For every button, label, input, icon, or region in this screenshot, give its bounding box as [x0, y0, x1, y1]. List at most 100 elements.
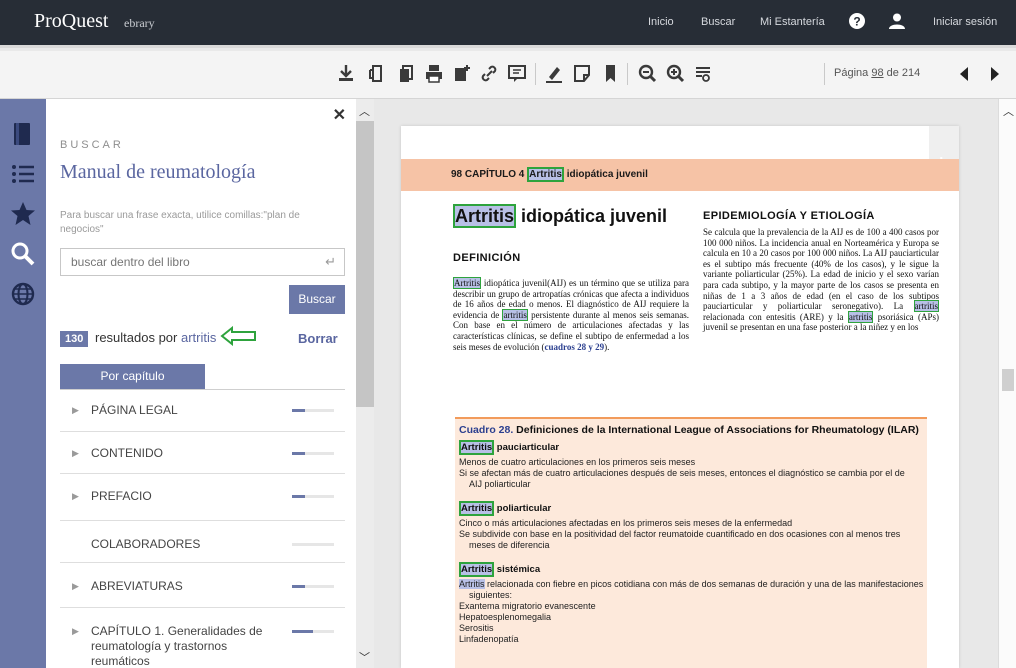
table-line: Hepatoesplenomegalia [459, 612, 552, 622]
search-panel: ✕ BUSCAR Manual de reumatología Para bus… [46, 99, 356, 668]
chapter-row-abreviaturas[interactable]: ▶ ABREVIATURAS [60, 563, 345, 608]
epidemiology-text-2: relacionada con entesitis (ARE) y la [703, 311, 848, 322]
next-page-icon[interactable] [984, 61, 1010, 87]
brand-logo[interactable]: ProQuest [34, 10, 108, 33]
chevron-up-icon[interactable]: ︿ [1003, 103, 1014, 119]
enter-icon[interactable]: ↵ [325, 254, 336, 270]
toolbar-separator [627, 63, 628, 85]
document-viewer: + 98 CAPÍTULO 4 Artritis idiopática juve… [374, 99, 998, 668]
panel-kicker: BUSCAR [60, 139, 124, 151]
toolbar-separator [824, 63, 825, 85]
link-icon[interactable] [478, 61, 504, 87]
scroll-thumb[interactable] [1002, 369, 1014, 391]
table-reference-link[interactable]: cuadros 28 y 29 [544, 342, 604, 352]
bookmark-icon[interactable] [600, 61, 626, 87]
running-head-chapter: 98 CAPÍTULO 4 [451, 169, 525, 180]
fit-page-icon[interactable] [692, 61, 718, 87]
user-icon[interactable] [888, 12, 906, 35]
caret-right-icon[interactable]: ▶ [72, 626, 79, 637]
search-hint: Para buscar una frase exacta, utilice co… [60, 210, 300, 235]
page-number-input[interactable]: 98 [871, 67, 883, 79]
running-head-title: idiopática juvenil [566, 169, 648, 180]
caret-right-icon[interactable]: ▶ [72, 491, 79, 502]
chevron-up-icon[interactable]: ︿ [359, 103, 370, 119]
search-match[interactable]: artritis [847, 310, 874, 323]
search-match[interactable]: Artritis [527, 167, 564, 182]
globe-icon[interactable] [8, 279, 38, 309]
table-line: Menos de cuatro articulaciones en los pr… [459, 457, 696, 467]
search-match[interactable]: artritis [502, 308, 528, 321]
note-icon[interactable] [571, 61, 597, 87]
comment-icon[interactable] [506, 61, 532, 87]
download-icon[interactable] [335, 61, 361, 87]
list-icon[interactable] [8, 159, 38, 189]
scroll-thumb[interactable] [356, 121, 374, 407]
search-input[interactable] [61, 249, 301, 275]
table-line: siguientes: [469, 590, 513, 600]
hit-density-bar [292, 452, 334, 455]
document-scrollbar[interactable]: ︿ [998, 99, 1016, 668]
table-line: Serositis [459, 623, 494, 633]
copy-page-icon[interactable] [366, 61, 392, 87]
chapter-row-contenido[interactable]: ▶ CONTENIDO [60, 432, 345, 474]
tab-by-chapter[interactable]: Por capítulo [60, 364, 205, 389]
section-heading-definicion: DEFINICIÓN [453, 252, 521, 264]
book-page: + 98 CAPÍTULO 4 Artritis idiopática juve… [401, 126, 959, 668]
chapter-title-rest: idiopática juvenil [516, 206, 668, 226]
close-icon[interactable]: ✕ [333, 105, 346, 125]
results-summary: 130 resultados por artritis [60, 330, 216, 347]
epidemiology-paragraph: Se calcula que la prevalencia de la AIJ … [703, 227, 939, 333]
toolbar-separator [535, 63, 536, 85]
panel-scrollbar[interactable]: ︿ ﹀ [356, 99, 374, 668]
help-icon[interactable]: ? [848, 12, 866, 35]
zoom-out-icon[interactable] [636, 61, 662, 87]
highlight-icon[interactable] [543, 61, 569, 87]
search-match[interactable]: artritis [913, 300, 939, 313]
hit-density-bar [292, 543, 334, 546]
search-term: artritis [181, 330, 217, 345]
chevron-down-icon[interactable]: ﹀ [359, 649, 370, 665]
chapter-row-prefacio[interactable]: ▶ PREFACIO [60, 474, 345, 521]
table-line: Linfadenopatía [459, 634, 519, 644]
signin-link[interactable]: Iniciar sesión [933, 16, 997, 28]
caret-right-icon[interactable]: ▶ [72, 405, 79, 416]
page-prefix: Página [834, 67, 869, 79]
subheading-text: pauciarticular [494, 442, 560, 453]
chapter-label: CONTENIDO [91, 446, 163, 460]
table-number[interactable]: Cuadro 28. [459, 424, 513, 436]
subheading-text: poliarticular [494, 503, 552, 514]
print-icon[interactable] [423, 61, 449, 87]
duplicate-icon[interactable] [395, 61, 421, 87]
nav-buscar[interactable]: Buscar [701, 16, 735, 28]
chapter-row-colaboradores[interactable]: COLABORADORES [60, 521, 345, 563]
chapter-row-pagina-legal[interactable]: ▶ PÁGINA LEGAL [60, 390, 345, 432]
table-line: Cinco o más articulaciones afectadas en … [459, 518, 793, 528]
chapter-row-capitulo-1[interactable]: ▶ CAPÍTULO 1. Generalidades de reumatolo… [60, 608, 345, 668]
running-head: 98 CAPÍTULO 4 Artritis idiopática juveni… [401, 159, 959, 191]
search-match[interactable]: Artritis [453, 277, 481, 289]
nav-inicio[interactable]: Inicio [648, 16, 674, 28]
epidemiology-text: Se calcula que la prevalencia de la AIJ … [703, 227, 939, 312]
book-icon[interactable] [8, 119, 38, 149]
nav-mi-estanteria[interactable]: Mi Estantería [760, 16, 825, 28]
search-icon[interactable] [8, 239, 38, 269]
top-bar: ProQuest ebrary Inicio Buscar Mi Estante… [0, 0, 1016, 48]
hit-density-bar [292, 585, 334, 588]
search-button[interactable]: Buscar [289, 285, 345, 314]
bookmark-add-icon[interactable] [451, 61, 477, 87]
table-subheading: Artritis poliarticular [459, 501, 552, 516]
caret-right-icon[interactable]: ▶ [72, 581, 79, 592]
caret-right-icon[interactable]: ▶ [72, 448, 79, 459]
zoom-in-icon[interactable] [664, 61, 690, 87]
search-match[interactable]: Artritis [459, 501, 495, 516]
search-match[interactable]: Artritis [453, 204, 517, 228]
search-match[interactable]: Artritis [459, 440, 495, 455]
section-heading-epidemiologia: EPIDEMIOLOGÍA Y ETIOLOGÍA [703, 210, 875, 222]
table-cuadro-28: Cuadro 28. Definiciones de la Internatio… [455, 417, 927, 668]
star-icon[interactable] [8, 199, 38, 229]
clear-button[interactable]: Borrar [298, 331, 338, 346]
previous-page-icon[interactable] [954, 61, 980, 87]
table-line: Artritis relacionada con fiebre en picos… [459, 579, 923, 590]
search-match[interactable]: Artritis [459, 579, 485, 589]
search-match[interactable]: Artritis [459, 562, 495, 577]
